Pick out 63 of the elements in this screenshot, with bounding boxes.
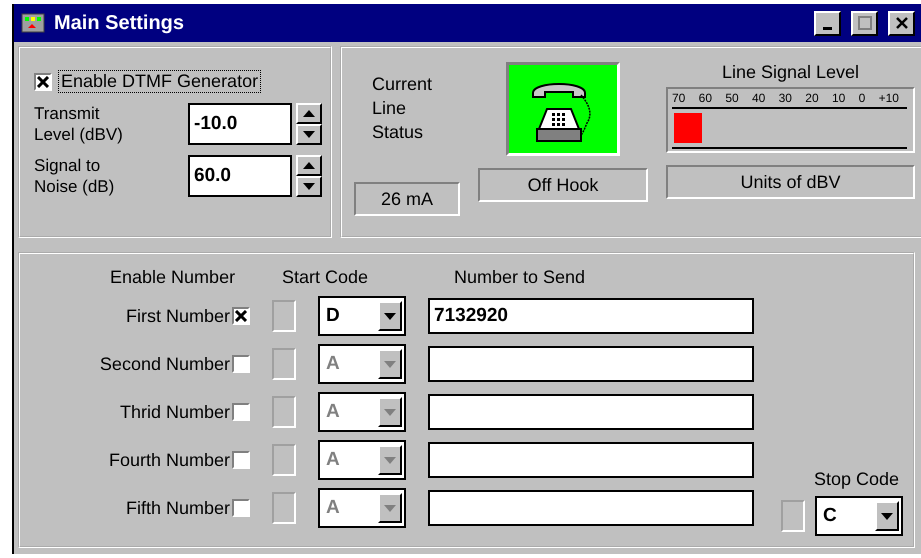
number-field[interactable] bbox=[428, 490, 754, 526]
code-dropdown[interactable]: A bbox=[318, 392, 406, 432]
tick-label: 70 bbox=[672, 91, 686, 105]
number-field[interactable] bbox=[428, 442, 754, 478]
current-readout: 26 mA bbox=[354, 182, 460, 216]
close-icon bbox=[894, 16, 908, 30]
checkbox[interactable] bbox=[232, 403, 250, 421]
checkbox[interactable] bbox=[232, 355, 250, 373]
units-label: Units of dBV bbox=[666, 165, 915, 199]
tick-label: +10 bbox=[878, 91, 899, 105]
down-arrow-icon bbox=[303, 183, 315, 190]
checkbox[interactable] bbox=[34, 72, 52, 90]
column-header: Enable Number bbox=[109, 266, 236, 288]
field-label: Signal to Noise (dB) bbox=[34, 155, 116, 197]
number-field[interactable] bbox=[428, 346, 754, 382]
row-label: Fifth Number bbox=[124, 498, 231, 518]
checkbox-label[interactable]: Enable DTMF Generator bbox=[58, 70, 262, 93]
tick-label: 30 bbox=[778, 91, 792, 105]
meter-title: Line Signal Level bbox=[722, 62, 860, 83]
hook-status: Off Hook bbox=[478, 168, 648, 202]
tick-label: 20 bbox=[805, 91, 819, 105]
window-title: Main Settings bbox=[54, 12, 186, 34]
number-field[interactable]: 60.0 bbox=[188, 155, 292, 197]
up-arrow-icon bbox=[303, 162, 315, 169]
code-dropdown[interactable]: D bbox=[318, 296, 406, 336]
down-arrow-icon bbox=[384, 456, 396, 464]
number-field[interactable] bbox=[428, 394, 754, 430]
tick-label: 10 bbox=[832, 91, 846, 105]
number-field[interactable]: 7132920 bbox=[428, 298, 754, 334]
down-arrow-icon bbox=[384, 312, 396, 320]
control-panel-icon bbox=[20, 12, 46, 34]
down-arrow-icon bbox=[881, 512, 893, 520]
row-label: Thrid Number bbox=[118, 402, 231, 422]
code-dropdown[interactable]: C bbox=[815, 496, 903, 536]
checkbox[interactable] bbox=[232, 451, 250, 469]
down-arrow-icon bbox=[303, 131, 315, 138]
close-button[interactable] bbox=[888, 10, 915, 36]
row-label: Second Number bbox=[98, 354, 231, 374]
checkbox[interactable] bbox=[232, 499, 250, 517]
minimize-button[interactable] bbox=[814, 10, 841, 36]
checkbox[interactable] bbox=[232, 307, 250, 325]
maximize-icon bbox=[858, 16, 872, 30]
tick-label: 50 bbox=[725, 91, 739, 105]
code-dropdown[interactable]: A bbox=[318, 344, 406, 384]
minimize-icon bbox=[823, 26, 832, 30]
down-arrow-icon bbox=[384, 360, 396, 368]
up-arrow-icon bbox=[303, 110, 315, 117]
row-label: Fourth Number bbox=[108, 450, 231, 470]
column-header: Start Code bbox=[282, 266, 370, 288]
maximize-button[interactable] bbox=[851, 10, 878, 36]
tick-label: 0 bbox=[858, 91, 866, 105]
number-field[interactable]: -10.0 bbox=[188, 103, 292, 145]
code-dropdown[interactable]: A bbox=[318, 440, 406, 480]
column-header: Number to Send bbox=[453, 266, 586, 288]
down-arrow-icon bbox=[384, 504, 396, 512]
down-arrow-icon bbox=[384, 408, 396, 416]
tick-label: 40 bbox=[752, 91, 766, 105]
tick-label: 60 bbox=[698, 91, 712, 105]
status-label: Current Line Status bbox=[372, 73, 434, 144]
code-dropdown[interactable]: A bbox=[318, 488, 406, 528]
field-label: Transmit Level (dBV) bbox=[34, 103, 124, 145]
stop-code-label: Stop Code bbox=[814, 469, 900, 490]
row-label: First Number bbox=[124, 306, 231, 326]
